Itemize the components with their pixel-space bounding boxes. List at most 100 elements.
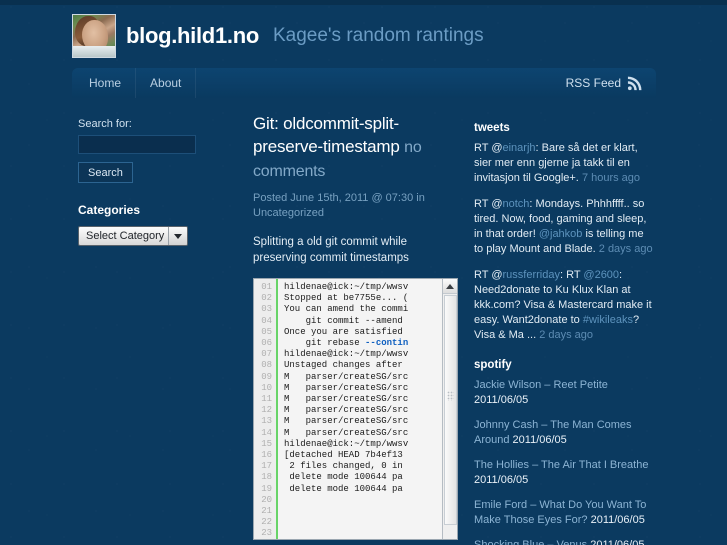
avatar-shirt <box>73 46 115 57</box>
code-line-number: 11 <box>261 394 272 405</box>
tweet-timestamp[interactable]: 7 hours ago <box>582 172 640 184</box>
code-line: M parser/createSG/src <box>284 416 409 427</box>
spotify-track-name[interactable]: Shocking Blue – Venus <box>474 539 587 545</box>
code-line-number: 12 <box>261 405 272 416</box>
spotify-track-date: 2011/06/05 <box>474 394 529 406</box>
spotify-track-date: 2011/06/05 <box>590 539 645 545</box>
top-strip <box>0 0 727 5</box>
tweet-handle[interactable]: russferriday <box>503 269 560 281</box>
code-line-number: 17 <box>261 461 272 472</box>
code-line: M parser/createSG/src <box>284 427 409 438</box>
code-line: [detached HEAD 7b4ef13 <box>284 450 403 461</box>
code-line: M parser/createSG/src <box>284 371 409 382</box>
spotify-track-date: 2011/06/05 <box>474 474 529 486</box>
site-header: blog.hild1.no Kagee's random rantings <box>72 10 656 62</box>
code-line: hildenae@ick:~/tmp/wwsv <box>284 438 409 449</box>
post-meta-date: Posted June 15th, 2011 @ 07:30 in <box>253 192 425 204</box>
scrollbar-thumb[interactable] <box>444 295 457 525</box>
tweet-hashtag[interactable]: #wikileaks <box>583 314 633 326</box>
avatar[interactable] <box>72 14 116 58</box>
code-line-number: 21 <box>261 506 272 517</box>
spotify-track: Emile Ford – What Do You Want To Make Th… <box>474 498 654 528</box>
post-body: Splitting a old git commit while preserv… <box>253 236 409 264</box>
chevron-down-icon <box>168 227 187 245</box>
spotify-track-name[interactable]: The Hollies – The Air That I Breathe <box>474 459 648 471</box>
code-line-number: 18 <box>261 472 272 483</box>
code-keyword: --contin <box>365 338 409 349</box>
left-sidebar: Search for: Search Categories Select Cat… <box>78 118 243 246</box>
code-line-number: 03 <box>261 304 272 315</box>
main-navigation: Home About RSS Feed <box>72 68 656 98</box>
code-line: hildenae@ick:~/tmp/wwsv <box>284 349 409 360</box>
category-select-value: Select Category <box>86 230 165 242</box>
search-label: Search for: <box>78 118 132 130</box>
code-line: git commit --amend <box>284 315 403 326</box>
code-scrollbar[interactable] <box>442 279 457 539</box>
nav-item-home[interactable]: Home <box>72 68 137 98</box>
spotify-track-name[interactable]: Jackie Wilson – Reet Petite <box>474 379 608 391</box>
code-line: Unstaged changes after <box>284 360 403 371</box>
right-sidebar: tweets RT @einarjh: Bare så det er klart… <box>474 122 654 545</box>
code-line: Once you are satisfied <box>284 326 403 337</box>
post-title: Git: oldcommit-split-preserve-timestamp … <box>253 112 458 183</box>
tweets-list: RT @einarjh: Bare så det er klart, sier … <box>474 141 654 343</box>
code-line-number: 14 <box>261 427 272 438</box>
nav-item-about[interactable]: About <box>136 68 197 98</box>
rss-icon <box>627 76 642 91</box>
code-line-number: 04 <box>261 315 272 326</box>
code-line-number: 08 <box>261 360 272 371</box>
code-line: Stopped at be7755e... ( <box>284 293 409 304</box>
code-line: delete mode 100644 pa <box>284 483 403 494</box>
tweet-mention[interactable]: @jahkob <box>539 228 583 240</box>
tweet-handle[interactable]: einarjh <box>503 142 536 154</box>
spotify-widget: spotify Jackie Wilson – Reet Petite 2011… <box>474 359 654 545</box>
spotify-track-date: 2011/06/05 <box>512 434 567 446</box>
code-line: 2 files changed, 0 in <box>284 461 403 472</box>
code-line-number: 20 <box>261 494 272 505</box>
code-line-numbers: 01 02 03 04 05 06 07 08 09 10 11 12 13 14 15 16 17 18 19 20… <box>254 279 278 539</box>
tweet-item: RT @notch: Mondays. Phhhffff.. so tired.… <box>474 198 653 255</box>
code-line: M parser/createSG/src <box>284 382 409 393</box>
code-line: M parser/createSG/src <box>284 394 409 405</box>
code-line: You can amend the commi <box>284 304 409 315</box>
spotify-track: Jackie Wilson – Reet Petite 2011/06/05 <box>474 378 654 408</box>
code-line: delete mode 100644 pa <box>284 472 403 483</box>
scrollbar-grip <box>447 391 454 401</box>
tweet-handle[interactable]: notch <box>503 198 530 210</box>
search-button[interactable]: Search <box>78 162 133 183</box>
category-select[interactable]: Select Category <box>78 226 188 246</box>
tweet-item: RT @einarjh: Bare så det er klart, sier … <box>474 142 641 184</box>
code-content: hildenae@ick:~/tmp/wwsv Stopped at be7755… <box>278 279 457 539</box>
spotify-track-list: Jackie Wilson – Reet Petite 2011/06/05 Jo… <box>474 378 654 545</box>
spotify-track-date: 2011/06/05 <box>590 514 645 526</box>
site-title[interactable]: blog.hild1.no <box>126 23 259 49</box>
tweet-mention[interactable]: @2600 <box>583 269 619 281</box>
spotify-track: Shocking Blue – Venus 2011/06/05 <box>474 538 654 545</box>
rss-feed-label: RSS Feed <box>565 76 621 90</box>
code-block[interactable]: 01 02 03 04 05 06 07 08 09 10 11 12 13 14 15 16 17 18 19 20… <box>253 278 458 540</box>
code-line-number: 01 <box>261 282 272 292</box>
code-line-number: 15 <box>261 438 272 449</box>
tweet-timestamp[interactable]: 2 days ago <box>599 243 653 255</box>
post-meta: Posted June 15th, 2011 @ 07:30 in Uncate… <box>253 191 458 221</box>
code-line-number: 10 <box>261 382 272 393</box>
site-description: Kagee's random rantings <box>272 25 484 46</box>
spotify-heading: spotify <box>474 359 512 371</box>
post-title-text[interactable]: Git: oldcommit-split-preserve-timestamp <box>253 114 400 156</box>
scroll-up-arrow-icon[interactable] <box>443 279 457 294</box>
search-input[interactable] <box>78 135 196 154</box>
code-line-number: 09 <box>261 371 272 382</box>
code-line-number: 13 <box>261 416 272 427</box>
code-line-number: 07 <box>261 349 272 360</box>
code-line-number: 16 <box>261 450 272 461</box>
code-line: git rebase --contin <box>284 338 409 349</box>
tweet-timestamp[interactable]: 2 days ago <box>539 329 593 341</box>
code-line-number: 22 <box>261 517 272 528</box>
categories-heading: Categories <box>78 203 141 217</box>
code-line: M parser/createSG/src <box>284 405 409 416</box>
rss-feed-link[interactable]: RSS Feed <box>556 68 656 98</box>
post-meta-category-link[interactable]: Uncategorized <box>253 207 324 219</box>
tweet-item: RT @russferriday: RT @2600: Need2donate … <box>474 269 652 341</box>
code-line-number: 05 <box>261 326 272 337</box>
code-line-number: 06 <box>261 338 272 349</box>
